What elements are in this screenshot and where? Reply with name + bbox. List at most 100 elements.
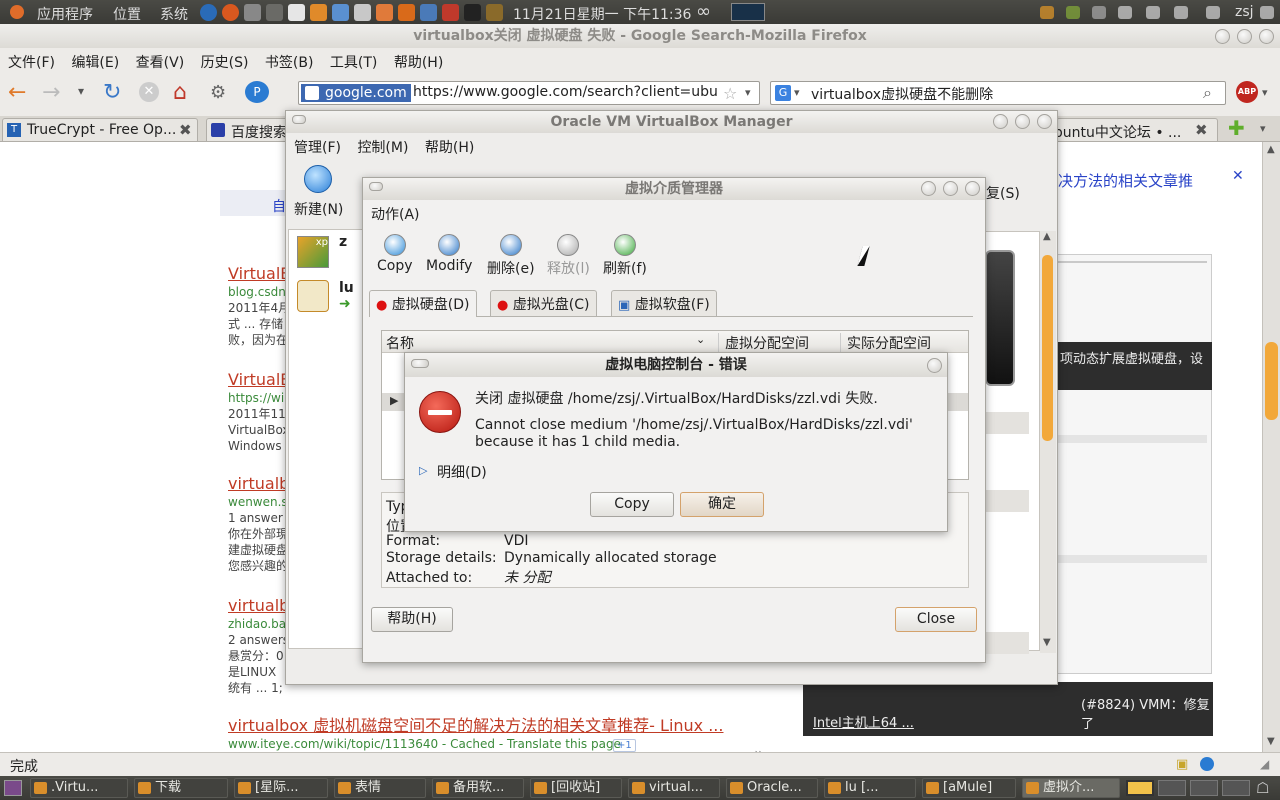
scroll-down-icon[interactable]: ▼ <box>1267 736 1275 747</box>
search-input[interactable]: virtualbox虚拟硬盘不能删除 <box>811 84 993 104</box>
tool-delete-button[interactable]: 删除(e) <box>487 234 535 278</box>
menu-button[interactable] <box>292 115 306 124</box>
scroll-thumb[interactable] <box>1265 342 1278 420</box>
tab-hard-disks[interactable]: ● 虚拟硬盘(D) <box>369 290 477 317</box>
firefox-icon[interactable] <box>222 4 239 21</box>
result-title[interactable]: VirtualB <box>228 370 288 390</box>
trash-icon[interactable]: ☖ <box>1256 779 1269 797</box>
minimize-button[interactable] <box>993 114 1008 129</box>
scroll-down-icon[interactable]: ▼ <box>1043 637 1051 648</box>
menu-button[interactable] <box>411 359 429 368</box>
adblock-dropdown-icon[interactable]: ▾ <box>1262 86 1268 99</box>
tool-tray-icon[interactable] <box>1092 6 1106 19</box>
menu-file[interactable]: 文件(F) <box>8 55 55 71</box>
bookmarks-tray-icon[interactable] <box>1066 6 1080 19</box>
history-dropdown-icon[interactable]: ▾ <box>78 84 84 98</box>
site-identity[interactable]: google.com <box>301 84 411 102</box>
page-scrollbar[interactable]: ▲ ▼ <box>1262 142 1280 752</box>
menu-action[interactable]: 动作(A) <box>371 204 420 224</box>
tab-list-icon[interactable]: ▾ <box>1260 122 1266 135</box>
url-text[interactable]: https://www.google.com/search?client=ubu… <box>413 84 719 100</box>
bookmark-star-icon[interactable]: ☆ <box>723 84 737 103</box>
menu-history[interactable]: 历史(S) <box>201 55 249 71</box>
keyboard-icon[interactable] <box>1118 6 1132 19</box>
result-title[interactable]: virtualbo <box>228 596 288 616</box>
home-folder-icon[interactable] <box>376 4 393 21</box>
close-button[interactable] <box>965 181 980 196</box>
maximize-button[interactable] <box>943 181 958 196</box>
panel-clock[interactable]: 11月21日星期一 下午11:36 <box>513 4 691 24</box>
tool-release-button[interactable]: 释放(l) <box>547 234 590 278</box>
tab-ubuntu-forum[interactable]: ubuntu中文论坛 • ... ✖ <box>1056 118 1218 142</box>
result-url[interactable]: www.iteye.com/wiki/topic/1113640 - Cache… <box>228 736 738 752</box>
package-icon[interactable] <box>398 4 415 21</box>
menu-button[interactable] <box>369 182 383 191</box>
new-vm-label[interactable]: 新建(N) <box>294 199 343 219</box>
google-engine-icon[interactable]: G <box>775 85 791 101</box>
addon-icon[interactable]: ⚙ <box>210 82 226 103</box>
result-url[interactable]: blog.csdn <box>228 284 288 300</box>
col-virtual-size[interactable]: 虚拟分配空间 <box>718 333 809 353</box>
help-button[interactable]: 帮助(H) <box>371 607 453 632</box>
vm-name[interactable]: lu <box>339 280 354 296</box>
menu-bookmarks[interactable]: 书签(B) <box>265 55 314 71</box>
back-icon[interactable]: ← <box>8 80 26 105</box>
tab-floppy-disks[interactable]: ▣ 虚拟软盘(F) <box>611 290 717 316</box>
taskbar-item[interactable]: [aMule] <box>922 778 1016 798</box>
virtualbox-icon[interactable] <box>420 4 437 21</box>
result-title[interactable]: VirtualB <box>228 264 288 284</box>
panel-user[interactable]: zsj <box>1235 4 1254 20</box>
reload-icon[interactable]: ↻ <box>103 80 121 105</box>
taskbar-item[interactable]: 表情 <box>334 778 426 798</box>
chat-icon[interactable] <box>1206 6 1220 19</box>
result-url[interactable]: zhidao.ba <box>228 616 288 632</box>
menu-places[interactable]: 位置 <box>113 4 141 24</box>
plus-one-button[interactable]: +1 <box>613 739 636 752</box>
taskbar-item[interactable]: lu [... <box>824 778 916 798</box>
workspace-3[interactable] <box>1190 780 1218 796</box>
new-vm-icon[interactable] <box>304 165 332 193</box>
menu-help[interactable]: 帮助(H) <box>425 140 474 156</box>
tool-icon[interactable] <box>266 4 283 21</box>
stop-icon[interactable]: ✕ <box>139 82 159 102</box>
search-engine-dropdown-icon[interactable]: ▾ <box>794 86 800 99</box>
tab-baidu[interactable]: 百度搜索 <box>206 118 292 142</box>
expander-arrow-icon[interactable]: ▷ <box>419 464 427 477</box>
adblock-icon[interactable]: ABP <box>1236 81 1258 103</box>
tool-modify-button[interactable]: Modify <box>426 234 472 274</box>
proxy-icon[interactable]: P <box>245 81 269 103</box>
expand-arrow-icon[interactable]: ▶ <box>390 394 398 407</box>
tab-close-icon[interactable]: ✖ <box>1195 121 1208 139</box>
snippet-text-left[interactable]: Intel主机上64 ... <box>813 712 914 731</box>
result-title[interactable]: virtualbox 虚拟机磁盘空间不足的解决方法的相关文章推荐- Linux … <box>228 716 738 736</box>
close-button[interactable] <box>927 358 942 373</box>
ubuntu-logo-icon[interactable] <box>10 5 24 19</box>
scroll-up-icon[interactable]: ▲ <box>1267 144 1275 155</box>
power-icon[interactable] <box>1260 6 1274 19</box>
taskbar-item[interactable]: .Virtu... <box>30 778 128 798</box>
network-icon[interactable] <box>200 4 217 21</box>
workspace-icon[interactable] <box>1126 780 1154 796</box>
tab-close-icon[interactable]: ✖ <box>179 121 192 139</box>
taskbar-item[interactable]: 下载 <box>134 778 228 798</box>
maximize-button[interactable] <box>1015 114 1030 129</box>
col-actual-size[interactable]: 实际分配空间 <box>840 333 931 353</box>
mail-icon[interactable] <box>1174 6 1188 19</box>
menu-manage[interactable]: 管理(F) <box>294 140 341 156</box>
new-tab-icon[interactable]: ✚ <box>1228 116 1245 140</box>
tab-truecrypt[interactable]: T TrueCrypt - Free Op... ✖ <box>2 118 198 142</box>
sidebar-close-icon[interactable]: ✕ <box>1232 168 1244 184</box>
scroll-thumb[interactable] <box>1042 255 1053 441</box>
infinity-icon[interactable]: ∞ <box>696 1 711 22</box>
taskbar-item[interactable]: 备用软... <box>432 778 524 798</box>
close-button[interactable] <box>1259 29 1274 44</box>
menu-view[interactable]: 查看(V) <box>136 55 185 71</box>
vm-name[interactable]: z <box>339 234 347 250</box>
search-bar[interactable]: G ▾ virtualbox虚拟硬盘不能删除 ⌕ <box>770 81 1226 105</box>
menu-applications[interactable]: 应用程序 <box>37 4 93 24</box>
maximize-button[interactable] <box>1237 29 1252 44</box>
close-button[interactable] <box>1037 114 1052 129</box>
auto-link[interactable]: 自 <box>272 196 286 216</box>
volume-icon[interactable] <box>1146 6 1160 19</box>
minimize-button[interactable] <box>921 181 936 196</box>
